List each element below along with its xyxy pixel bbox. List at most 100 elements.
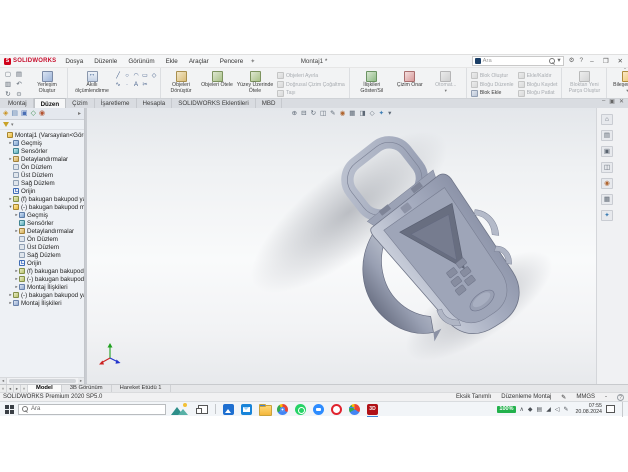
tree-item-mates[interactable]: ▸Montaj İlişkileri bbox=[2, 283, 84, 291]
tree-item[interactable]: ▸Üst Düzlem bbox=[2, 243, 84, 251]
text-tool-icon[interactable]: A bbox=[132, 81, 140, 89]
photos-app-icon[interactable] bbox=[223, 404, 234, 415]
menu-gorunum[interactable]: Görünüm bbox=[127, 58, 155, 65]
tree-item-mates[interactable]: ▸Montaj İlişkileri bbox=[2, 299, 84, 307]
configurationmanager-tab-icon[interactable]: ▣ bbox=[21, 108, 28, 120]
tree-item[interactable]: ▸Detaylandırmalar bbox=[2, 227, 84, 235]
3d-model-bakugan-bakupod[interactable] bbox=[87, 108, 596, 384]
featuremanager-tree-tab-icon[interactable]: ◈ bbox=[3, 108, 8, 120]
ribbon-button-blogu-kaydet[interactable]: Bloğu Kaydet bbox=[516, 81, 560, 89]
search-dropdown-icon[interactable]: ▾ bbox=[557, 56, 560, 66]
menu-araclar[interactable]: Araçlar bbox=[188, 58, 210, 65]
restore-button[interactable]: ❐ bbox=[601, 57, 611, 65]
tree-item[interactable]: ▸Sensörler bbox=[2, 219, 84, 227]
rectangle-tool-icon[interactable]: ▭ bbox=[141, 72, 149, 80]
pen-icon[interactable]: ✎ bbox=[563, 406, 568, 413]
forum-icon[interactable]: ✦ bbox=[601, 210, 613, 221]
file-explorer-app-icon[interactable] bbox=[259, 404, 270, 415]
tree-item[interactable]: ▸Orijin bbox=[2, 187, 84, 195]
arc-tool-icon[interactable]: ◠ bbox=[132, 72, 140, 80]
tab-3b-gorunum[interactable]: 3B Görünüm bbox=[62, 385, 112, 392]
task-view-icon[interactable] bbox=[198, 405, 208, 414]
battery-indicator[interactable]: 100% bbox=[497, 406, 515, 413]
command-search-box[interactable]: Ara ▾ bbox=[472, 56, 564, 66]
menu-duzenle[interactable]: Düzenle bbox=[93, 58, 118, 65]
opera-app-icon[interactable] bbox=[331, 404, 342, 415]
tab-model[interactable]: Model bbox=[28, 385, 62, 392]
ribbon-button-cizim-onar[interactable]: Çizim Onar bbox=[392, 69, 428, 97]
open-icon[interactable]: ▤ bbox=[14, 70, 24, 79]
ribbon-button-otomat[interactable]: Otomat... ▾ bbox=[428, 69, 464, 97]
ribbon-button-yerlesim-olustur[interactable]: Yerleşim Oluştur bbox=[29, 69, 65, 97]
point-tool-icon[interactable]: · bbox=[123, 81, 131, 89]
tab-isaretleme[interactable]: İşaretleme bbox=[95, 98, 137, 108]
solidworks-logo[interactable]: S SOLIDWORKS bbox=[4, 58, 56, 65]
displaymanager-tab-icon[interactable]: ◉ bbox=[39, 108, 45, 120]
ribbon-collapse-icon[interactable]: ˆ bbox=[624, 69, 626, 75]
tree-item[interactable]: ▸Geçmiş bbox=[2, 139, 84, 147]
tab-scroll-left-icon[interactable]: ◂ bbox=[7, 385, 14, 392]
ribbon-button-objeleri-donustur[interactable]: Objeleri Dönüştür bbox=[163, 69, 199, 97]
ribbon-button-objeleri-otele[interactable]: Objeleri Ötele bbox=[199, 69, 235, 97]
ribbon-button-objeleri-ayirla[interactable]: Objeleri Ayırla bbox=[275, 72, 347, 80]
polygon-tool-icon[interactable]: ◇ bbox=[150, 72, 158, 80]
tree-item[interactable]: ▸Detaylandırmalar bbox=[2, 155, 84, 163]
taskbar-search-box[interactable]: Ara bbox=[18, 404, 166, 415]
menu-dosya[interactable]: Dosya bbox=[64, 58, 84, 65]
ribbon-button-tasi[interactable]: Taşı bbox=[275, 89, 347, 97]
network-icon[interactable]: ◢ bbox=[546, 406, 551, 413]
tab-scroll-last-icon[interactable]: » bbox=[21, 385, 28, 392]
ribbon-button-dogrusal-cizim-cogaltma[interactable]: Doğrusal Çizim Çoğaltma bbox=[275, 81, 347, 89]
graphics-viewport[interactable]: ⊕ ⊟ ↻ ◫ ✎ ◉ ▦ ◨ ◇ ✦ ▾ bbox=[87, 108, 596, 384]
tree-item[interactable]: ▸(-) bakugan bakupod eldiven a bbox=[2, 275, 84, 283]
help-icon[interactable]: ? bbox=[579, 56, 583, 66]
status-help-icon[interactable]: ? bbox=[617, 394, 624, 401]
ribbon-button-blok-olustur[interactable]: Blok Oluştur bbox=[469, 72, 516, 80]
tree-item[interactable]: ▸(-) bakugan bakupod yan grenaj s bbox=[2, 291, 84, 299]
units-label[interactable]: MMGS bbox=[576, 394, 595, 400]
tree-item[interactable]: ▸(f) bakugan bakupod eldiven a bbox=[2, 267, 84, 275]
trim-tool-icon[interactable]: ✂ bbox=[141, 81, 149, 89]
start-button[interactable] bbox=[0, 402, 18, 417]
options-icon[interactable]: ⊙ bbox=[14, 90, 24, 98]
doc-close-button[interactable]: ✕ bbox=[619, 98, 624, 105]
tab-scroll-right-icon[interactable]: ▸ bbox=[14, 385, 21, 392]
appearances-scenes-icon[interactable]: ◉ bbox=[601, 178, 613, 189]
tab-scroll-first-icon[interactable]: « bbox=[0, 385, 7, 392]
tree-item[interactable]: ▸Sağ Düzlem bbox=[2, 179, 84, 187]
hidden-icons-chevron-icon[interactable]: ∧ bbox=[520, 406, 524, 413]
pin-menu-icon[interactable]: ✦ bbox=[250, 58, 255, 65]
file-explorer-icon[interactable]: ▣ bbox=[601, 146, 613, 157]
tree-item-subassembly[interactable]: ▾(-) bakugan bakupod montaj 1<1 bbox=[2, 203, 84, 211]
tab-hesapla[interactable]: Hesapla bbox=[137, 98, 173, 108]
panel-horizontal-scrollbar[interactable]: ◂ ▸ bbox=[0, 377, 85, 384]
ribbon-button-blogu-duzenle[interactable]: Bloğu Düzenle bbox=[469, 81, 516, 89]
line-tool-icon[interactable]: ╱ bbox=[114, 72, 122, 80]
scrollbar-thumb[interactable] bbox=[9, 379, 76, 383]
ribbon-button-bloktan-yeni-parca[interactable]: Bloktan Yeni Parça Oluştur bbox=[564, 69, 604, 97]
dimxpertmanager-tab-icon[interactable]: ◇ bbox=[31, 108, 36, 120]
new-document-icon[interactable]: ▢ bbox=[3, 70, 13, 79]
action-center-icon[interactable] bbox=[606, 405, 615, 413]
tree-item[interactable]: ▸Ön Düzlem bbox=[2, 163, 84, 171]
minimize-button[interactable]: – bbox=[588, 58, 596, 65]
whatsapp-app-icon[interactable] bbox=[295, 404, 306, 415]
undo-icon[interactable]: ↶ bbox=[14, 80, 24, 89]
ribbon-button-ekle-kaldir[interactable]: Ekle/Kaldır bbox=[516, 72, 560, 80]
tree-item[interactable]: ▸Sensörler bbox=[2, 147, 84, 155]
tree-item[interactable]: ▸(f) bakugan bakupod yan grenaj s bbox=[2, 195, 84, 203]
circle-tool-icon[interactable]: ○ bbox=[123, 72, 131, 80]
propertymanager-tab-icon[interactable]: ▤ bbox=[11, 108, 18, 120]
menu-ekle[interactable]: Ekle bbox=[165, 58, 179, 65]
save-icon[interactable]: ▥ bbox=[3, 80, 13, 89]
chrome-profile-app-icon[interactable] bbox=[349, 404, 360, 415]
weather-widget-icon[interactable] bbox=[170, 403, 190, 415]
panel-expand-arrow-icon[interactable]: ▸ bbox=[78, 110, 81, 117]
ribbon-button-blok-ekle[interactable]: Blok Ekle bbox=[469, 89, 516, 97]
options-gear-icon[interactable]: ⚙ bbox=[569, 56, 575, 66]
tree-item[interactable]: ▸Sağ Düzlem bbox=[2, 251, 84, 259]
design-library-icon[interactable]: ▤ bbox=[601, 130, 613, 141]
ribbon-button-yuzey-uzerinde-otele[interactable]: Yüzey Üzerinde Ötele bbox=[235, 69, 275, 97]
tree-item[interactable]: ▸Üst Düzlem bbox=[2, 171, 84, 179]
tab-hareket-etudu[interactable]: Hareket Etüdü 1 bbox=[112, 385, 171, 392]
